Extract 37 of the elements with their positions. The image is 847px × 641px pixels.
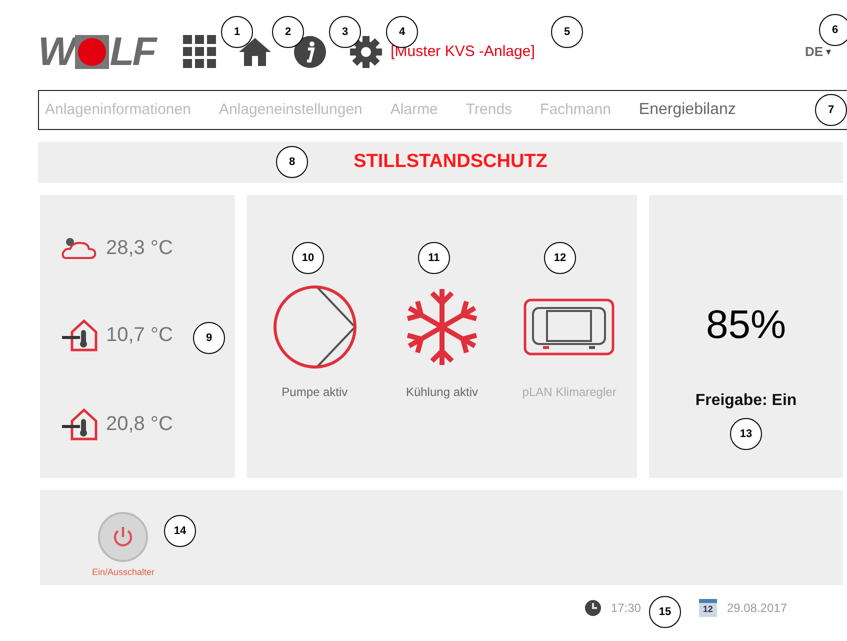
caret-icon: ▾ <box>826 44 831 60</box>
nav-tab[interactable]: Energiebilanz <box>638 98 736 122</box>
temperature-value: 10,7 °C <box>106 322 173 348</box>
power-label: Ein/Ausschalter <box>92 566 155 579</box>
callout-number: 6 <box>819 14 847 46</box>
callout-number: 1 <box>221 16 253 48</box>
pump-icon <box>272 284 358 370</box>
controller-device-icon <box>523 298 616 356</box>
callout-number: 2 <box>272 16 304 48</box>
grid-menu-icon[interactable] <box>182 35 217 69</box>
logo: W LF <box>38 32 155 72</box>
callout-number: 15 <box>649 596 681 628</box>
nav-tab[interactable]: Alarme <box>390 98 438 122</box>
calendar-icon: 12 <box>698 599 717 617</box>
info-icon[interactable] <box>292 35 327 69</box>
power-button[interactable] <box>98 512 148 562</box>
clock-icon <box>584 600 601 616</box>
component-label: Pumpe aktiv <box>280 384 349 401</box>
temperature-value: 28,3 °C <box>106 236 173 260</box>
callout-number: 5 <box>551 16 583 48</box>
nav-tab[interactable]: Trends <box>466 98 512 122</box>
settings-icon[interactable] <box>348 35 383 69</box>
nav-tab[interactable]: Anlageninformationen <box>45 98 191 122</box>
house-thermometer-icon <box>60 406 98 440</box>
callout-number: 7 <box>815 94 847 126</box>
house-thermometer-icon <box>60 318 98 352</box>
nav-tab[interactable]: Anlageneinstellungen <box>218 98 362 122</box>
home-icon[interactable] <box>236 36 273 68</box>
release-status: Freigabe: Ein <box>695 391 797 411</box>
nav-tab[interactable]: Fachmann <box>540 98 611 122</box>
component-label: Kühlung aktiv <box>404 384 479 401</box>
component-label: pLAN Klimaregler <box>521 384 618 401</box>
date-text: 29.08.2017 <box>726 600 787 617</box>
time-text: 17:30 <box>610 600 641 617</box>
callout-number: 3 <box>329 16 361 48</box>
temperature-value: 20,8 °C <box>106 412 173 436</box>
percentage-value: 85% <box>706 302 786 349</box>
